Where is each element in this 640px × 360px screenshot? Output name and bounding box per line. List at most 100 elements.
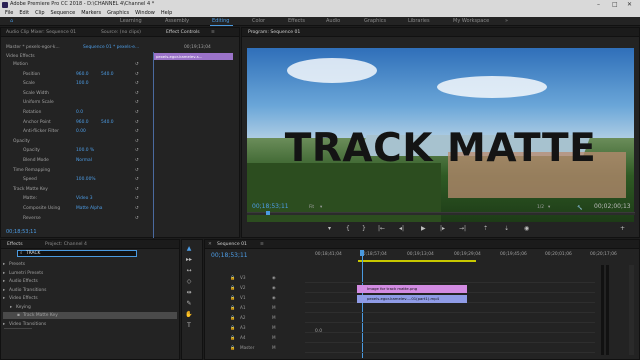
mute-track-icon[interactable]: M	[272, 323, 276, 333]
step-back-icon[interactable]: ◂|	[399, 226, 404, 232]
program-scrub-bar[interactable]	[247, 212, 635, 215]
workspace-libraries[interactable]: Libraries	[408, 17, 430, 26]
reset-parameter-icon[interactable]: ↺	[135, 139, 139, 144]
mute-track-icon[interactable]: M	[272, 343, 276, 353]
menu-edit[interactable]: Edit	[19, 9, 29, 17]
track-label[interactable]: V3	[240, 273, 246, 283]
extract-icon[interactable]: ⇣	[504, 226, 509, 232]
mute-track-icon[interactable]: M	[272, 313, 276, 323]
reset-parameter-icon[interactable]: ↺	[135, 81, 139, 86]
reset-parameter-icon[interactable]: ↺	[135, 196, 139, 201]
tab-audio-clip-mixer[interactable]: Audio Clip Mixer: Sequence 01	[6, 28, 76, 37]
tab-effect-controls[interactable]: Effect Controls	[166, 28, 200, 37]
effect-property-value[interactable]: 0.00	[76, 129, 86, 134]
play-icon[interactable]: ▶	[421, 226, 426, 232]
tab-effects[interactable]: Effects	[7, 240, 23, 249]
reset-parameter-icon[interactable]: ↺	[135, 148, 139, 153]
effects-tree-item[interactable]: Audio Transitions	[9, 288, 46, 293]
export-frame-icon[interactable]: ◉	[524, 226, 529, 232]
fit-dropdown[interactable]: Fit	[309, 205, 314, 210]
panel-menu-icon[interactable]: ≡	[211, 28, 215, 37]
mute-track-icon[interactable]: M	[272, 303, 276, 313]
reset-parameter-icon[interactable]: ↺	[135, 216, 139, 221]
mark-out-icon[interactable]: }	[362, 226, 366, 232]
workspace-assembly[interactable]: Assembly	[165, 17, 189, 26]
effect-property-value[interactable]: 540.0	[101, 120, 114, 125]
selection-tool-icon[interactable]: ▲	[185, 245, 193, 252]
lock-track-icon[interactable]: 🔒	[230, 323, 235, 333]
go-to-out-icon[interactable]: →|	[459, 226, 466, 232]
master-clip-label[interactable]: Master * pexels-egor-k...	[6, 45, 60, 50]
tab-program[interactable]: Program: Sequence 01	[248, 28, 300, 37]
fit-chevron-icon[interactable]: ▾	[320, 205, 322, 210]
lock-track-icon[interactable]: 🔒	[230, 293, 235, 303]
menu-clip[interactable]: Clip	[35, 9, 44, 17]
timeline-menu-icon[interactable]: ≡	[260, 240, 264, 249]
hand-tool-icon[interactable]: ✋	[185, 311, 193, 318]
reset-parameter-icon[interactable]: ↺	[135, 110, 139, 115]
slip-tool-icon[interactable]: ⇹	[185, 289, 193, 296]
workspace-graphics[interactable]: Graphics	[364, 17, 386, 26]
program-playhead-icon[interactable]	[266, 211, 270, 215]
program-video-frame[interactable]: TRACK MATTE	[247, 48, 634, 222]
effect-controls-clip-bar[interactable]: pexels-egor-kamelev-s...	[153, 53, 233, 60]
reset-parameter-icon[interactable]: ↺	[135, 91, 139, 96]
mark-in-icon[interactable]: ▾	[328, 226, 331, 232]
minimize-icon[interactable]: –	[597, 0, 600, 9]
workspace-color[interactable]: Color	[252, 17, 265, 26]
mute-track-icon[interactable]: M	[272, 333, 276, 343]
toggle-output-icon[interactable]: ◉	[272, 293, 276, 303]
toggle-output-icon[interactable]: ◉	[272, 283, 276, 293]
effect-property-value[interactable]: 0.0	[76, 110, 83, 115]
reset-parameter-icon[interactable]: ↺	[135, 168, 139, 173]
maximize-icon[interactable]: □	[612, 0, 618, 9]
reset-parameter-icon[interactable]: ↺	[135, 62, 139, 67]
effect-property-value[interactable]: Video 3	[76, 196, 93, 201]
track-label[interactable]: A3	[240, 323, 246, 333]
effect-property-value[interactable]: 540.0	[101, 72, 114, 77]
menu-window[interactable]: Window	[135, 9, 155, 17]
effect-property-value[interactable]: 100.0	[76, 81, 89, 86]
clip-image-track-matte[interactable]: Image for track matte.png	[357, 285, 467, 293]
home-icon[interactable]: ⌂	[10, 17, 13, 26]
track-label[interactable]: Master	[240, 343, 254, 353]
menu-graphics[interactable]: Graphics	[107, 9, 129, 17]
reset-parameter-icon[interactable]: ↺	[135, 120, 139, 125]
workspace-my-workspace[interactable]: My Workspace	[453, 17, 489, 26]
effects-search-input[interactable]: TRACK	[26, 251, 40, 256]
timeline-close-icon[interactable]: ✕	[208, 240, 212, 249]
reset-parameter-icon[interactable]: ↺	[135, 158, 139, 163]
effects-tree-item[interactable]: Lumetri Presets	[9, 271, 43, 276]
tab-project[interactable]: Project: Channel 4	[45, 240, 87, 249]
pen-tool-icon[interactable]: ✎	[185, 300, 193, 307]
menu-markers[interactable]: Markers	[81, 9, 101, 17]
workspace-overflow-icon[interactable]: »	[505, 17, 508, 26]
effects-tree-item[interactable]: Video Effects	[9, 296, 38, 301]
effect-property-value[interactable]: 960.0	[76, 120, 89, 125]
effect-property-value[interactable]: Matte Alpha	[76, 206, 103, 211]
reset-parameter-icon[interactable]: ↺	[135, 129, 139, 134]
close-icon[interactable]: ✕	[627, 0, 632, 9]
effect-property-value[interactable]: 960.0	[76, 72, 89, 77]
lock-track-icon[interactable]: 🔒	[230, 303, 235, 313]
reset-parameter-icon[interactable]: ↺	[135, 187, 139, 192]
track-label[interactable]: V1	[240, 293, 246, 303]
menu-file[interactable]: File	[5, 9, 13, 17]
sequence-clip-label[interactable]: Sequence 01 * pexels-e...	[83, 45, 139, 50]
ripple-edit-tool-icon[interactable]: ↔	[185, 267, 193, 274]
effects-tree-item[interactable]: Video Transitions	[9, 322, 46, 327]
effects-search-box[interactable]: ⌕ TRACK	[17, 250, 137, 257]
step-forward-icon[interactable]: |▸	[440, 226, 445, 232]
lock-track-icon[interactable]: 🔒	[230, 333, 235, 343]
workspace-learning[interactable]: Learning	[120, 17, 142, 26]
razor-tool-icon[interactable]: ◇	[185, 278, 193, 285]
effect-property-value[interactable]: Normal	[76, 158, 92, 163]
effects-tree-item[interactable]: Presets	[9, 262, 25, 267]
menu-help[interactable]: Help	[161, 9, 172, 17]
timeline-vertical-scrollbar[interactable]	[629, 265, 634, 355]
button-editor-icon[interactable]: +	[620, 226, 625, 232]
track-label[interactable]: A2	[240, 313, 246, 323]
lock-track-icon[interactable]: 🔒	[230, 343, 235, 353]
lock-track-icon[interactable]: 🔒	[230, 313, 235, 323]
program-timecode[interactable]: 00;18;53;11	[252, 203, 289, 210]
